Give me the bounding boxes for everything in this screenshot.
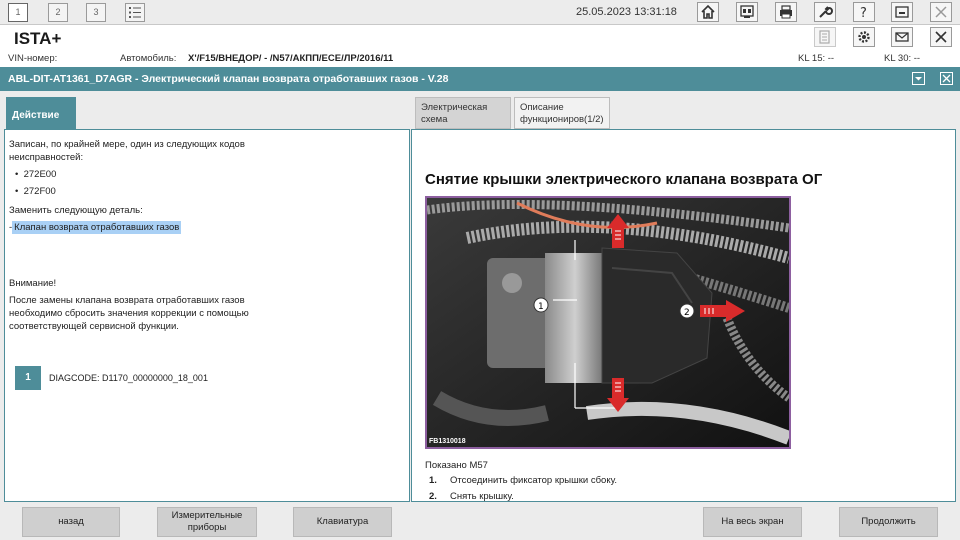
session-tab-1[interactable]: 1 [8, 3, 28, 22]
step-number-button[interactable]: 1 [15, 366, 41, 390]
close-icon [935, 31, 947, 43]
close-document-button[interactable] [940, 72, 953, 85]
session-tab-2[interactable]: 2 [48, 3, 68, 22]
egr-valve-photo: 1 2 FB1310018 [425, 196, 791, 449]
keyboard-button[interactable]: Клавиатура [293, 507, 392, 537]
fault-code-1: • 272E00 [15, 169, 57, 180]
figure-code: FB1310018 [429, 438, 466, 445]
action-panel: Записан, по крайней мере, один из следую… [4, 129, 410, 502]
app-title: ISTA+ [14, 29, 62, 48]
messages-button[interactable] [891, 27, 913, 47]
measuring-label-2: приборы [187, 522, 227, 533]
dropdown-button[interactable] [912, 72, 925, 85]
step-1-text: Отсоединить фиксатор крышки сбоку. [450, 475, 618, 486]
fault-code-1-value: 272E00 [23, 169, 57, 180]
datetime-display: 25.05.2023 13:31:18 [576, 6, 677, 18]
settings-button[interactable] [853, 27, 875, 47]
tab-circuit-label-2: схема [421, 114, 448, 125]
step-2-number: 2. [429, 491, 437, 502]
document-title: ABL-DIT-AT1361_D7AGR - Электрический кла… [8, 73, 449, 85]
vehicle-info-icon [740, 5, 754, 18]
minimize-button[interactable] [891, 2, 913, 22]
close-app-button[interactable] [930, 2, 952, 22]
title-bar: ISTA+ [0, 25, 960, 50]
tab-function-description[interactable]: Описание функциониров(1/2) [514, 97, 610, 129]
callout-1: 1 [533, 297, 549, 313]
help-icon: ? [860, 6, 867, 20]
minimize-icon [895, 6, 909, 18]
document-header: ABL-DIT-AT1361_D7AGR - Электрический кла… [0, 67, 960, 91]
part-link[interactable]: Клапан возврата отработавших газов [12, 221, 182, 234]
wrench-icon [819, 6, 833, 18]
print-button[interactable] [775, 2, 797, 22]
vin-label: VIN-номер: [8, 53, 58, 64]
fault-code-2: • 272F00 [15, 186, 56, 197]
vehicle-info-bar: VIN-номер: Автомобиль: X'/F15/ВНЕДОР/ - … [0, 50, 960, 67]
part-line: - Клапан возврата отработавших газов [9, 221, 279, 234]
tab-action[interactable]: Действие [6, 97, 76, 129]
step-2-text: Снять крышку. [450, 491, 514, 502]
tab-circuit-label-1: Электрическая [421, 102, 488, 113]
diagcode-text: DIAGCODE: D1170_00000000_18_001 [49, 373, 208, 383]
tab-description-label-1: Описание [520, 102, 564, 113]
top-toolbar: 1 2 3 25.05.2023 13:31:18 ? [0, 0, 960, 25]
continue-button[interactable]: Продолжить [839, 507, 938, 537]
help-button[interactable]: ? [853, 2, 875, 22]
fullscreen-button[interactable]: На весь экран [703, 507, 802, 537]
warning-line-1: После замены клапана возврата отработавш… [9, 295, 245, 306]
chevron-down-icon [915, 77, 922, 81]
description-panel: Снятие крышки электрического клапана воз… [411, 129, 956, 502]
printer-icon [780, 5, 792, 19]
step-1-number: 1. [429, 475, 437, 486]
gear-icon [858, 31, 870, 43]
warning-text: После замены клапана возврата отработавш… [9, 294, 279, 333]
callout-2: 2 [679, 303, 695, 319]
fault-code-2-value: 272F00 [23, 186, 56, 197]
replace-label: Заменить следующую деталь: [9, 205, 143, 216]
procedure-title: Снятие крышки электрического клапана воз… [425, 171, 823, 188]
list-view-button[interactable] [125, 3, 145, 22]
intro-text: Записан, по крайней мере, один из следую… [9, 138, 279, 164]
svg-text:?: ? [860, 6, 867, 20]
vehicle-label: Автомобиль: [120, 53, 177, 64]
vehicle-info-button[interactable] [736, 2, 758, 22]
warning-line-3: соответствующей сервисной функции. [9, 321, 179, 332]
tab-description-label-2: функциониров(1/2) [520, 114, 604, 125]
kl30-status: KL 30: -- [884, 53, 921, 64]
document-button[interactable] [814, 27, 836, 47]
egr-valve-illustration: 1 2 [427, 198, 789, 447]
close-icon [942, 74, 951, 83]
measuring-label-1: Измерительные [171, 510, 243, 521]
close-icon [935, 6, 947, 18]
measuring-devices-button[interactable]: Измерительные приборы [157, 507, 257, 537]
warning-line-2: необходимо сбросить значения коррекции с… [9, 308, 249, 319]
tab-circuit-diagram[interactable]: Электрическая схема [415, 97, 511, 129]
intro-line-1: Записан, по крайней мере, один из следую… [9, 139, 245, 150]
list-icon [129, 7, 141, 18]
close-session-button[interactable] [930, 27, 952, 47]
warning-label: Внимание! [9, 278, 57, 289]
home-button[interactable] [697, 2, 719, 22]
back-button[interactable]: назад [22, 507, 120, 537]
envelope-icon [895, 32, 909, 42]
home-icon [701, 4, 715, 19]
intro-line-2: неисправностей: [9, 152, 84, 163]
callout-1-label: 1 [538, 302, 544, 312]
document-icon [819, 30, 830, 44]
session-tab-3[interactable]: 3 [86, 3, 106, 22]
callout-2-label: 2 [684, 308, 690, 318]
service-button[interactable] [814, 2, 836, 22]
figure-caption: Показано M57 [425, 460, 488, 471]
vehicle-value: X'/F15/ВНЕДОР/ - /N57/АКПП/ЕСЕ/ЛР/2016/1… [188, 53, 394, 64]
kl15-status: KL 15: -- [798, 53, 835, 64]
